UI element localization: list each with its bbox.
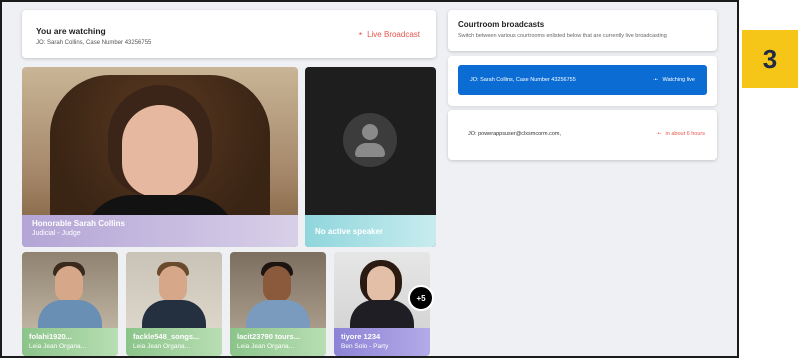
- broadcast-status-label: in about 6 hours: [665, 131, 705, 137]
- watching-header: You are watching JO: Sarah Collins, Case…: [22, 10, 436, 58]
- participant-tile[interactable]: lacit23790 tours... Leia Jean Organa...: [230, 252, 326, 356]
- broadcast-item[interactable]: JO: powerappsuser@clxsmcorm.com, ·•· in …: [448, 110, 717, 160]
- participant-face: [367, 266, 395, 302]
- broadcasts-header: Courtroom broadcasts Switch between vari…: [448, 10, 717, 51]
- broadcast-status-label: Watching live: [662, 77, 695, 83]
- speaker-caption: No active speaker: [305, 215, 436, 247]
- main-video-feed[interactable]: Honorable Sarah Collins Judicial - Judge: [22, 67, 298, 247]
- live-broadcast-label: Live Broadcast: [367, 30, 420, 39]
- participant-name: lacit23790 tours...: [237, 332, 300, 341]
- broadcast-item-label: JO: powerappsuser@clxsmcorm.com,: [468, 131, 561, 137]
- participant-role: Ben Solo - Party: [341, 343, 389, 350]
- more-participants-button[interactable]: +5: [408, 285, 434, 311]
- main-video-caption: Honorable Sarah Collins Judicial - Judge: [22, 215, 298, 247]
- participant-name: fackle548_songs...: [133, 332, 200, 341]
- main-speaker-name: Honorable Sarah Collins: [32, 219, 125, 228]
- broadcast-icon: ·•·: [357, 31, 363, 38]
- broadcast-item-status: ·•· Watching live: [653, 77, 695, 83]
- broadcast-icon: ·•·: [655, 131, 662, 137]
- active-speaker-tile[interactable]: No active speaker: [305, 67, 436, 247]
- participant-face: [263, 266, 291, 302]
- participant-name: tiyore 1234: [341, 332, 381, 341]
- user-silhouette-icon: [343, 113, 397, 167]
- main-speaker-role: Judicial - Judge: [32, 230, 81, 237]
- avatar-head: [362, 124, 378, 140]
- participant-face: [159, 266, 187, 302]
- broadcast-item-status: ·•· in about 6 hours: [656, 131, 705, 137]
- participant-face: [55, 266, 83, 302]
- participant-caption: folahi1920... Leia Jean Organa...: [22, 328, 118, 356]
- participant-role: Leia Jean Organa...: [237, 343, 295, 350]
- broadcast-item-active[interactable]: JO: Sarah Collins, Case Number 43256755 …: [448, 56, 717, 106]
- participant-role: Leia Jean Organa...: [29, 343, 87, 350]
- broadcasts-title: Courtroom broadcasts: [458, 20, 545, 29]
- watching-title: You are watching: [36, 26, 106, 36]
- avatar-body: [355, 143, 385, 157]
- participant-caption: lacit23790 tours... Leia Jean Organa...: [230, 328, 326, 356]
- participant-role: Leia Jean Organa...: [133, 343, 191, 350]
- participant-caption: fackle548_songs... Leia Jean Organa...: [126, 328, 222, 356]
- broadcast-item-label: JO: Sarah Collins, Case Number 43256755: [470, 77, 576, 83]
- judge-face: [122, 105, 198, 197]
- watching-case: JO: Sarah Collins, Case Number 43256755: [36, 40, 152, 46]
- broadcast-icon: ·•·: [652, 77, 659, 83]
- participant-tile[interactable]: folahi1920... Leia Jean Organa...: [22, 252, 118, 356]
- participant-caption: tiyore 1234 Ben Solo - Party: [334, 328, 430, 356]
- broadcast-item-highlight[interactable]: JO: Sarah Collins, Case Number 43256755 …: [458, 65, 707, 95]
- broadcasts-subtitle: Switch between various courtrooms enlist…: [458, 33, 667, 39]
- participant-name: folahi1920...: [29, 332, 72, 341]
- step-badge: 3: [742, 30, 798, 88]
- live-broadcast-status: ·•· Live Broadcast: [358, 30, 420, 39]
- participant-tile[interactable]: fackle548_songs... Leia Jean Organa...: [126, 252, 222, 356]
